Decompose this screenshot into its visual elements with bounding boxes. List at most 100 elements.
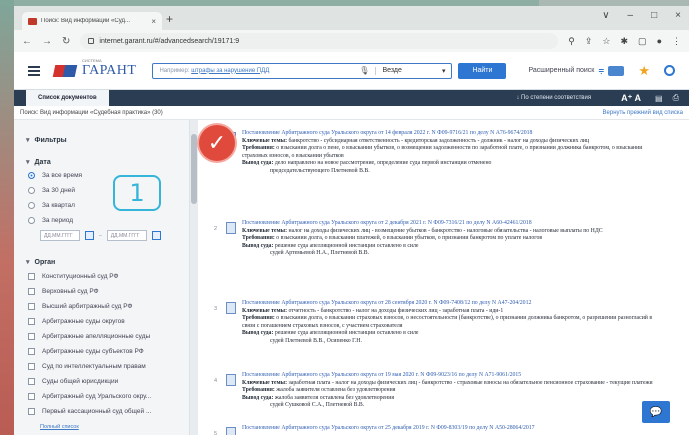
document-icon[interactable]: [226, 374, 236, 386]
organ-checkbox[interactable]: Верховный суд РФ: [28, 288, 99, 295]
result-title-link[interactable]: Постановление Арбитражного суда Уральско…: [242, 300, 531, 306]
menu-dots-icon[interactable]: ⋮: [672, 36, 681, 47]
browser-tab[interactable]: Поиск: Вид информации «Суд... ×: [22, 12, 162, 30]
date-option-all[interactable]: За все время: [28, 172, 82, 179]
close-window-button[interactable]: ×: [675, 10, 681, 21]
list-item: 4 Постановление Арбитражного суда Уральс…: [214, 372, 666, 410]
sort-select[interactable]: ↓ По степени соответствия: [516, 95, 591, 101]
search-box[interactable]: Например: штрафы за нарушение ПДД 🎙 Везд…: [152, 62, 453, 79]
themes-text: банкротство - субсидиарная ответственнос…: [288, 137, 590, 144]
organ-checkbox[interactable]: Первый кассационный суд общей ...: [28, 408, 151, 415]
list-item: 2 Постановление Арбитражного суда Уральс…: [214, 220, 666, 258]
result-title-link[interactable]: Постановление Арбитражного суда Уральско…: [242, 425, 535, 431]
scrollbar-thumb[interactable]: [191, 134, 197, 204]
sidebar-scrollbar[interactable]: [190, 120, 198, 435]
requirements-text: о взыскании долга о пене, о взыскании уб…: [242, 145, 643, 159]
date-to-input[interactable]: ДД.ММ.ГГГГ: [106, 230, 147, 241]
judge-text: судей Артемьевой Н.А., Плетневой В.В.: [270, 250, 370, 257]
minimize-button[interactable]: –: [628, 10, 634, 21]
checkbox-icon: [28, 378, 35, 385]
url-field[interactable]: internet.garant.ru/#/advancedsearch/1917…: [80, 33, 559, 49]
chat-help-button[interactable]: 💬: [642, 401, 670, 423]
browser-tab-title: Поиск: Вид информации «Суд...: [41, 18, 130, 24]
organ-section-heading[interactable]: Орган: [26, 258, 56, 266]
notifications-icon[interactable]: [608, 65, 625, 76]
result-title-link[interactable]: Постановление Арбитражного суда Уральско…: [242, 372, 521, 378]
back-arrow-icon[interactable]: ←: [22, 36, 32, 47]
search-scope-select[interactable]: Везде ▾: [375, 66, 445, 75]
url-text: internet.garant.ru/#/advancedsearch/1917…: [99, 37, 240, 45]
organ-checkbox[interactable]: Арбитражный суд Уральского окру...: [28, 393, 151, 400]
extensions-icon[interactable]: ✱: [621, 36, 629, 47]
date-option-quarter[interactable]: За квартал: [28, 202, 75, 209]
sidebar-icon[interactable]: ▢: [638, 36, 647, 47]
list-item: Постановление Арбитражного суда Уральско…: [226, 130, 666, 176]
garant-logo[interactable]: СИСТЕМА ГАРАНТ: [54, 58, 136, 79]
print-icon[interactable]: ⎙: [673, 93, 679, 103]
checkbox-icon: [28, 318, 35, 325]
organ-checkbox[interactable]: Суд по интеллектуальным правам: [28, 363, 146, 370]
share-icon[interactable]: ⇪: [585, 36, 593, 47]
advanced-search-label: Расширенный поиск: [528, 67, 595, 74]
new-tab-button[interactable]: +: [166, 12, 173, 26]
save-icon[interactable]: ▤: [655, 94, 663, 103]
date-option-30-days[interactable]: За 30 дней: [28, 187, 75, 194]
full-list-link[interactable]: Полный список: [40, 424, 79, 430]
checkbox-icon: [28, 348, 35, 355]
organ-label: Арбитражные суды субъектов РФ: [42, 348, 144, 355]
result-title-link[interactable]: Постановление Арбитражного суда Уральско…: [242, 220, 532, 226]
result-number: 2: [214, 226, 218, 232]
search-example-link[interactable]: штрафы за нарушение ПДД: [191, 68, 269, 74]
date-option-label: За все время: [42, 172, 83, 179]
document-icon[interactable]: [226, 427, 236, 435]
document-icon[interactable]: [226, 302, 236, 314]
result-number: 3: [214, 306, 218, 312]
themes-label: Ключевые темы:: [242, 227, 288, 234]
history-clock-icon[interactable]: [664, 65, 675, 76]
themes-text: заработная плата - налог на доходы физич…: [288, 379, 653, 386]
microphone-icon[interactable]: 🎙: [359, 66, 369, 75]
checkbox-icon: [28, 333, 35, 340]
calendar-icon[interactable]: [85, 231, 94, 240]
court-output-label: Вывод суда:: [242, 242, 274, 249]
filters-heading[interactable]: Фильтры: [26, 136, 67, 144]
tab-search-icon[interactable]: ∨: [602, 10, 609, 21]
calendar-icon[interactable]: [151, 231, 161, 240]
advanced-search-link[interactable]: Расширенный поиск ⩦: [528, 65, 604, 76]
favorites-star-icon[interactable]: ★: [638, 63, 650, 79]
organ-checkbox[interactable]: Арбитражные суды субъектов РФ: [28, 348, 144, 355]
requirements-text: о взыскании долга, о взыскании платежей,…: [276, 235, 543, 242]
lock-icon: [88, 38, 95, 44]
document-toolbar: Список документов ↓ По степени соответст…: [14, 90, 689, 106]
date-section-heading[interactable]: Дата: [26, 158, 51, 166]
profile-icon[interactable]: ●: [657, 36, 662, 47]
organ-checkbox[interactable]: Высший арбитражный суд РФ: [28, 303, 132, 310]
organ-label: Верховный суд РФ: [42, 288, 99, 295]
return-view-link[interactable]: Вернуть прежний вид списка: [603, 110, 683, 116]
date-option-period[interactable]: За период: [28, 217, 73, 224]
organ-checkbox[interactable]: Суды общей юрисдикции: [28, 378, 118, 385]
font-size-control[interactable]: A⁺ A: [621, 93, 641, 104]
requirements-label: Требования:: [242, 387, 275, 394]
tab-document-list[interactable]: Список документов: [26, 90, 109, 106]
tab-close-icon[interactable]: ×: [151, 17, 156, 26]
search-input[interactable]: Например: штрафы за нарушение ПДД: [159, 68, 353, 74]
organ-checkbox[interactable]: Арбитражные апелляционные суды: [28, 333, 150, 340]
hamburger-menu-icon[interactable]: [28, 65, 40, 76]
document-icon[interactable]: [226, 222, 236, 234]
radio-icon: [28, 187, 35, 194]
reload-icon[interactable]: ↻: [62, 36, 70, 47]
filters-sidebar: Фильтры Дата За все время За 30 дней За …: [14, 120, 190, 435]
organ-checkbox[interactable]: Конституционный суд РФ: [28, 273, 119, 280]
forward-arrow-icon[interactable]: →: [42, 36, 52, 47]
checkbox-icon: [28, 303, 35, 310]
date-from-input[interactable]: ДД.ММ.ГГГГ: [40, 230, 80, 241]
organ-checkbox[interactable]: Арбитражные суды округов: [28, 318, 125, 325]
zoom-icon[interactable]: ⚲: [568, 36, 575, 47]
court-output-label: Вывод суда:: [242, 394, 274, 401]
organ-label: Первый кассационный суд общей ...: [42, 408, 152, 415]
bookmark-star-icon[interactable]: ☆: [602, 36, 610, 47]
find-button[interactable]: Найти: [458, 62, 507, 79]
result-title-link[interactable]: Постановление Арбитражного суда Уральско…: [242, 130, 532, 136]
maximize-button[interactable]: □: [651, 10, 657, 21]
